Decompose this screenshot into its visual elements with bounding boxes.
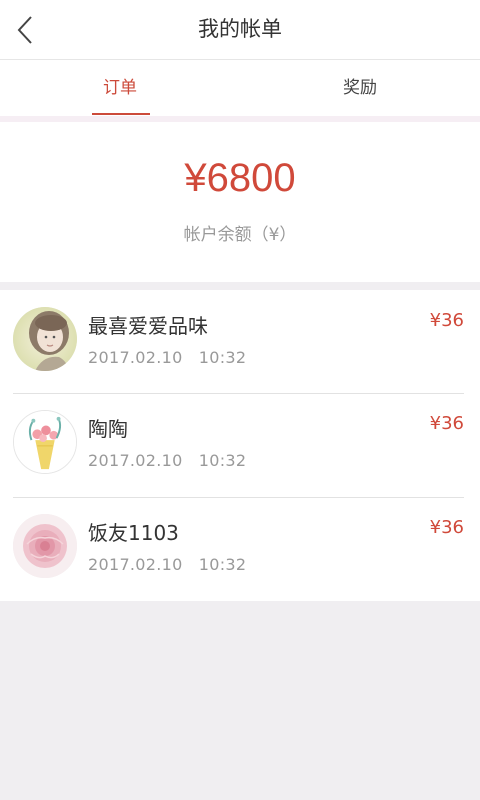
order-datetime: 2017.02.10 10:32 — [88, 555, 246, 574]
order-list: 最喜爱爱品味 2017.02.10 10:32 ¥36 陶陶 2017.02.1… — [0, 290, 480, 601]
order-name: 最喜爱爱品味 — [88, 314, 208, 338]
order-name: 饭友1103 — [88, 521, 179, 545]
flower-bouquet-avatar — [13, 410, 77, 474]
tab-rewards[interactable]: 奖励 — [240, 60, 480, 116]
order-date: 2017.02.10 — [88, 348, 183, 367]
order-date: 2017.02.10 — [88, 451, 183, 470]
order-amount: ¥36 — [429, 310, 464, 331]
order-time: 10:32 — [198, 451, 247, 470]
balance-card: ¥6800 帐户余额（¥） — [0, 122, 480, 282]
pink-rose-avatar — [13, 514, 77, 578]
page-title: 我的帐单 — [198, 17, 282, 41]
tab-orders[interactable]: 订单 — [0, 60, 240, 116]
list-item[interactable]: 最喜爱爱品味 2017.02.10 10:32 ¥36 — [0, 290, 480, 393]
order-time: 10:32 — [198, 555, 247, 574]
order-name: 陶陶 — [88, 417, 128, 441]
girl-portrait-avatar — [13, 307, 77, 371]
list-item[interactable]: 陶陶 2017.02.10 10:32 ¥36 — [0, 393, 480, 497]
balance-amount: ¥6800 — [184, 156, 296, 200]
order-datetime: 2017.02.10 10:32 — [88, 451, 246, 470]
tab-orders-label: 订单 — [103, 78, 137, 98]
list-item[interactable]: 饭友1103 2017.02.10 10:32 ¥36 — [0, 497, 480, 601]
order-amount: ¥36 — [429, 517, 464, 538]
tab-rewards-label: 奖励 — [343, 78, 377, 98]
order-date: 2017.02.10 — [88, 555, 183, 574]
row-divider — [13, 393, 464, 394]
order-amount: ¥36 — [429, 413, 464, 434]
row-divider — [13, 497, 464, 498]
order-time: 10:32 — [198, 348, 247, 367]
order-datetime: 2017.02.10 10:32 — [88, 348, 246, 367]
tab-active-indicator — [92, 113, 150, 115]
balance-label: 帐户余额（¥） — [183, 225, 297, 245]
nav-bar: 我的帐单 — [0, 0, 480, 60]
section-gap — [0, 282, 480, 290]
tab-bar: 订单 奖励 — [0, 60, 480, 116]
